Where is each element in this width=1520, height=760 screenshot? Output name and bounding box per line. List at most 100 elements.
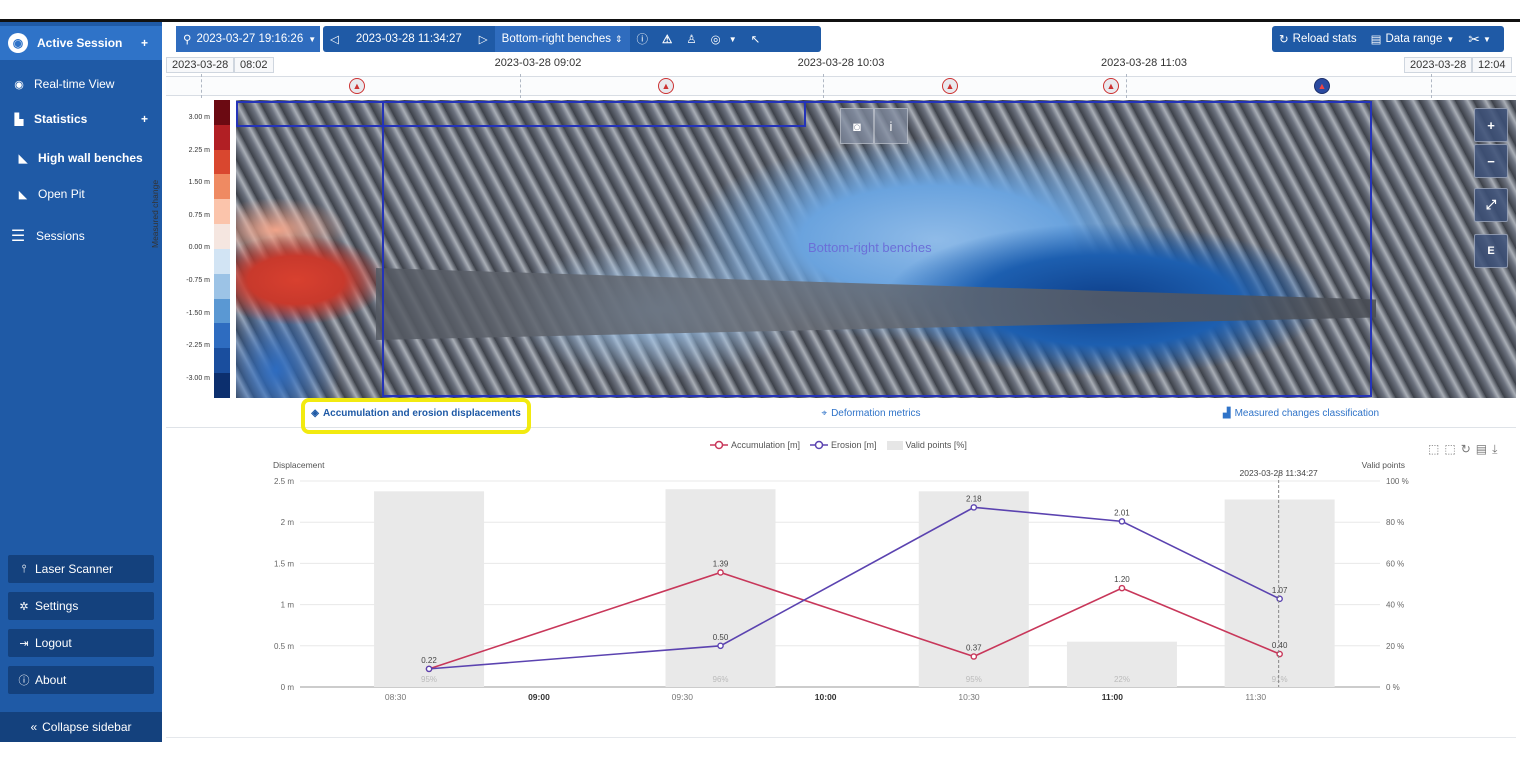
colorbar-tick-label: 2.25 m — [188, 146, 210, 154]
camera-button[interactable]: ◙ — [840, 108, 874, 144]
sidebar-item-label: Real-time View — [34, 77, 115, 91]
area-select[interactable]: Bottom-right benches ⇕ — [494, 26, 630, 52]
button-label: Data range — [1385, 33, 1443, 45]
button-label: About — [35, 673, 67, 687]
colorbar-tick-label: -0.75 m — [186, 277, 210, 284]
zoom-in-button[interactable]: + — [1474, 108, 1508, 142]
info-button[interactable]: i — [874, 108, 908, 144]
antenna-icon: ⫯ — [21, 562, 27, 575]
colorbar-tick-label: 0.75 m — [188, 211, 210, 219]
user-location-button[interactable]: ♙ — [679, 26, 703, 52]
timeline-end-time: 12:04 — [1472, 57, 1512, 73]
alert-marker[interactable]: ▲ — [1103, 78, 1119, 94]
region-label: Bottom-right benches — [808, 240, 932, 255]
alert-history-button[interactable]: ⚠ — [655, 26, 679, 52]
chevron-left-icon: « — [30, 720, 38, 734]
sidebar-item-active-session[interactable]: ◉ Active Session + — [0, 26, 162, 60]
previous-scan-button[interactable]: ◁ — [323, 26, 346, 52]
sidebar-item-label: Active Session — [37, 36, 123, 50]
triangle-left-icon: ◁ — [330, 34, 339, 46]
caret-down-icon: ▼ — [1446, 34, 1455, 44]
colorbar-segment — [214, 149, 230, 175]
current-date-label: 2023-03-28 11:34:27 — [355, 33, 462, 45]
laser-scanner-button[interactable]: ⫯ Laser Scanner — [8, 555, 154, 583]
chart-panel — [166, 430, 1516, 738]
visibility-toggle-button[interactable]: ◎ ▼ — [704, 26, 744, 52]
about-button[interactable]: ⓘ About — [8, 666, 154, 694]
collapse-sidebar-button[interactable]: « Collapse sidebar — [0, 712, 162, 742]
timeline-end-date: 2023-03-28 — [1404, 57, 1473, 73]
colorbar-title: Measured change — [150, 179, 160, 248]
pointer-tool-button[interactable]: ↖ — [744, 26, 768, 52]
colorbar-tick-label: -3.00 m — [186, 374, 210, 382]
start-date-dropdown[interactable]: ⚲ 2023-03-27 19:16:26 ▼ — [176, 26, 320, 52]
sidebar-item-label: Sessions — [36, 229, 85, 243]
colorbar-tick-label: -2.25 m — [186, 342, 210, 350]
timeline-tick — [201, 74, 202, 98]
current-scan-marker[interactable]: ▲ — [1314, 78, 1330, 94]
info-button[interactable]: ⓘ — [630, 26, 656, 52]
caret-down-icon: ▼ — [1483, 34, 1491, 44]
sidebar-item-open-pit[interactable]: ◣ Open Pit — [0, 184, 162, 204]
calendar-icon: ▤ — [1370, 34, 1382, 46]
settings-button[interactable]: ✲ Settings — [8, 592, 154, 620]
stats-toolbar: ↻ Reload stats ▤ Data range ▼ ✂ ▼ — [1272, 26, 1504, 52]
colorbar-segment — [214, 273, 230, 299]
scanner-icon: ◣ — [18, 188, 28, 201]
alert-marker[interactable]: ▲ — [349, 78, 365, 94]
sidebar-item-statistics[interactable]: ▙ Statistics + — [0, 109, 162, 129]
cursor-icon: ↖ — [750, 34, 761, 46]
zoom-out-button[interactable]: − — [1474, 144, 1508, 178]
colorbar-tick-label: 1.50 m — [188, 179, 210, 187]
colorbar-segment — [214, 298, 230, 324]
colorbar-segment — [214, 199, 230, 225]
fullscreen-button[interactable]: ⤢ — [1474, 188, 1508, 222]
data-range-dropdown[interactable]: ▤ Data range ▼ — [1364, 26, 1462, 52]
caret-down-icon: ▼ — [308, 34, 317, 44]
expand-arrows-icon: ⤢ — [1485, 197, 1497, 212]
next-scan-button[interactable]: ▷ — [472, 26, 495, 52]
info-icon: ⓘ — [18, 675, 30, 687]
caret-down-icon: ▼ — [728, 34, 737, 44]
export-button[interactable]: E — [1474, 234, 1508, 268]
timeline-label: 2023-03-28 10:03 — [797, 57, 885, 69]
export-icon: E — [1487, 245, 1495, 257]
timeline-tick — [1431, 74, 1432, 98]
sidebar-item-high-wall-benches[interactable]: ◣ High wall benches — [0, 148, 162, 168]
tab-measured-changes-classification[interactable]: ▟ Measured changes classification — [1146, 400, 1456, 427]
eye-icon: ◉ — [14, 78, 24, 91]
warning-clock-icon: ⚠ — [662, 34, 673, 46]
start-date-value: 2023-03-27 19:16:26 — [196, 33, 304, 45]
info-icon: i — [889, 118, 893, 134]
alert-marker[interactable]: ▲ — [942, 78, 958, 94]
bar-chart-icon: ▟ — [1222, 408, 1231, 419]
colorbar-tick-label: 3.00 m — [188, 114, 210, 121]
tab-deformation-metrics[interactable]: ⌖ Deformation metrics — [716, 400, 1026, 427]
colorbar-segment — [214, 100, 230, 125]
person-pin-icon: ♙ — [686, 34, 697, 46]
alert-marker[interactable]: ▲ — [658, 78, 674, 94]
colorbar-segment — [214, 323, 230, 349]
timeline[interactable]: 2023-03-28 08:02 2023-03-28 09:02 2023-0… — [166, 56, 1516, 98]
list-icon: ☰ — [10, 228, 26, 245]
info-icon: ⓘ — [636, 34, 649, 46]
logout-button[interactable]: ⇥ Logout — [8, 629, 154, 657]
session-toolbar: ◁ 2023-03-28 11:34:27 ▷ Bottom-right ben… — [323, 26, 821, 52]
sidebar-item-label: High wall benches — [38, 151, 143, 165]
eye-slash-icon: ◎ — [710, 34, 721, 46]
scanner-icon: ◣ — [18, 152, 28, 165]
point-cloud-map[interactable]: Bottom-right benches ◙ i + − ⤢ E — [236, 100, 1516, 398]
button-label: Settings — [35, 599, 79, 613]
sidebar-item-sessions[interactable]: ☰ Sessions — [0, 226, 162, 246]
tools-dropdown[interactable]: ✂ ▼ — [1461, 26, 1498, 52]
region-outline-secondary[interactable] — [236, 101, 806, 127]
timeline-start-time: 08:02 — [234, 57, 274, 73]
tab-label: Deformation metrics — [831, 408, 921, 419]
reload-stats-button[interactable]: ↻ Reload stats — [1272, 26, 1364, 52]
highlight-outline — [301, 398, 531, 434]
camera-icon: ◙ — [853, 118, 861, 134]
timeline-label: 2023-03-28 11:03 — [1100, 57, 1188, 69]
sidebar: ◉ Active Session + ◉ Real-time View ▙ St… — [0, 22, 162, 742]
colorbar-tick-label: 0.00 m — [188, 244, 210, 252]
sidebar-item-realtime[interactable]: ◉ Real-time View — [0, 74, 162, 94]
